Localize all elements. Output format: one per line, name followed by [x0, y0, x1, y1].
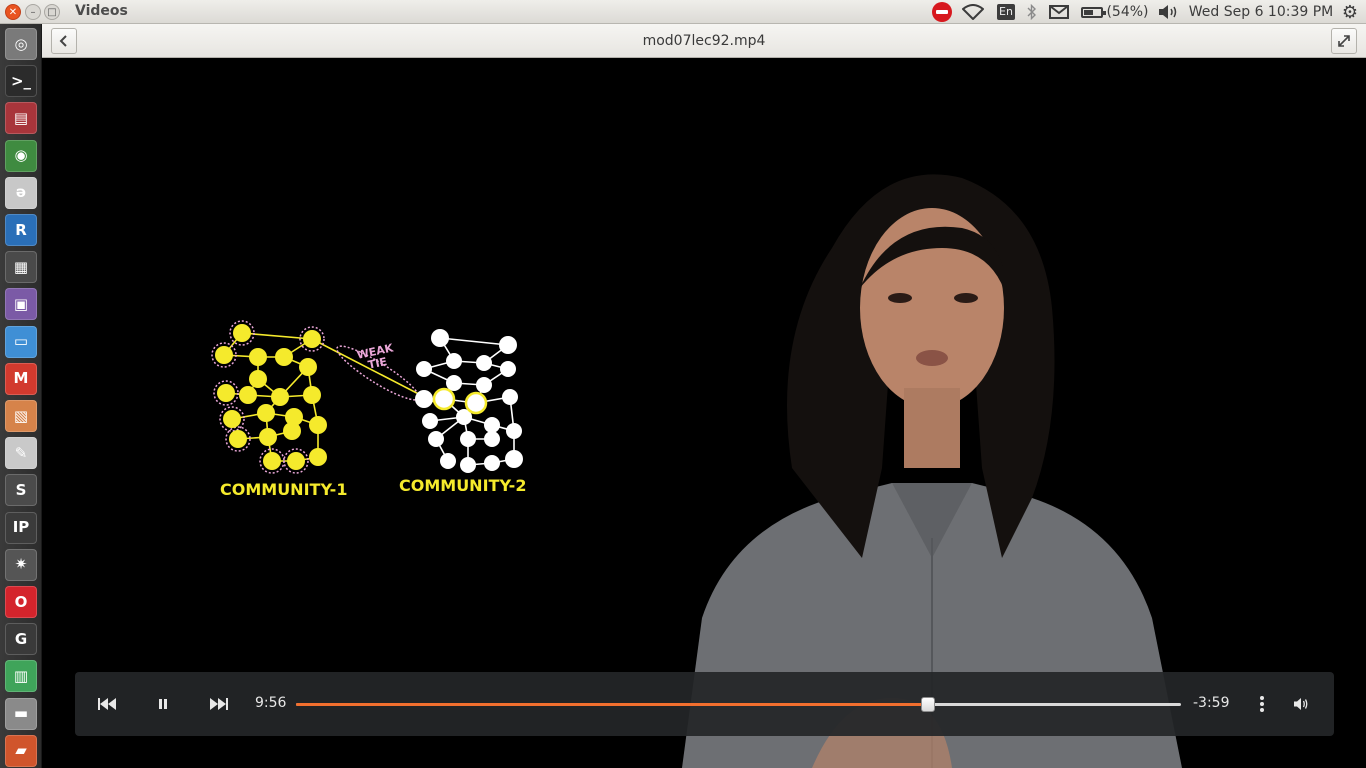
launcher-item-spreadsheet[interactable]: ▥	[5, 660, 37, 693]
back-button[interactable]	[51, 28, 77, 54]
gephi-icon: G	[14, 629, 28, 648]
fullscreen-icon	[1338, 35, 1350, 47]
gmail-icon: M	[13, 369, 29, 388]
mail-icon	[1049, 5, 1069, 19]
bluetooth-indicator[interactable]	[1022, 0, 1042, 24]
fullscreen-button[interactable]	[1331, 28, 1357, 54]
volume-button[interactable]	[1289, 692, 1313, 716]
video-frame[interactable]: COMMUNITY-1 COMMUNITY-2 WEAK TIE	[42, 58, 1366, 768]
community-2-label: COMMUNITY-2	[399, 476, 527, 495]
skip-back-icon	[98, 698, 116, 710]
launcher-item-file-cabinet[interactable]: ▤	[5, 102, 37, 135]
minimize-icon: –	[30, 7, 36, 18]
launcher-item-r-language[interactable]: R	[5, 214, 37, 246]
do-not-disturb-icon	[932, 2, 952, 22]
clock[interactable]: Wed Sep 6 10:39 PM	[1189, 0, 1333, 24]
volume-icon	[1159, 5, 1177, 19]
seek-handle[interactable]	[920, 697, 935, 712]
top-panel: ✕ – □ Videos En (54%) Wed Sep 6 10:39 PM…	[0, 0, 1366, 24]
next-button[interactable]	[207, 692, 231, 716]
pdf-reader-icon: ǝ	[15, 183, 27, 202]
previous-button[interactable]	[95, 692, 119, 716]
community-1-label: COMMUNITY-1	[220, 480, 348, 499]
wifi-icon	[962, 4, 984, 20]
elapsed-time: 9:56	[255, 695, 287, 711]
r-language-icon: R	[15, 220, 27, 239]
launcher: ◎>_▤◉ǝR▦▣▭M▧✎SIP✷OG▥▬▰▱	[0, 24, 42, 768]
text-editor-icon: ✎	[14, 443, 28, 462]
chevron-left-icon	[59, 35, 67, 47]
system-menu[interactable]: ⚙	[1338, 0, 1362, 24]
bluetooth-icon	[1027, 4, 1036, 20]
launcher-item-video-clapper[interactable]: ▦	[5, 251, 37, 284]
launcher-item-ipython[interactable]: IP	[5, 511, 37, 544]
file-cabinet-icon: ▤	[13, 108, 29, 127]
launcher-item-terminal[interactable]: >_	[5, 65, 37, 98]
window-close-button[interactable]: ✕	[5, 4, 21, 20]
seek-progress	[296, 703, 928, 706]
battery-icon	[1081, 6, 1107, 18]
launcher-item-pdf-reader[interactable]: ǝ	[5, 176, 37, 209]
community-2-graph	[415, 329, 523, 473]
volume-indicator[interactable]	[1156, 0, 1182, 24]
do-not-disturb-indicator[interactable]	[930, 0, 954, 24]
more-options-button[interactable]	[1250, 692, 1274, 716]
video-clapper-icon: ▦	[13, 257, 29, 276]
launcher-item-network-app[interactable]: ✷	[5, 548, 37, 581]
network-app-icon: ✷	[14, 555, 28, 574]
window-minimize-button[interactable]: –	[25, 4, 41, 20]
launcher-item-screen-recorder[interactable]: ▣	[5, 288, 37, 321]
system-gear-icon: ⚙	[1341, 1, 1359, 23]
dash-home-icon: ◎	[14, 34, 28, 53]
screen-recorder-icon: ▣	[13, 294, 29, 313]
launcher-item-dash-home[interactable]: ◎	[5, 28, 37, 60]
maximize-icon: □	[47, 7, 57, 18]
wifi-indicator[interactable]	[960, 0, 986, 24]
launcher-item-chrome[interactable]: ◉	[5, 139, 37, 172]
launcher-item-document[interactable]: ▭	[5, 325, 37, 358]
launcher-item-presentation[interactable]: ▧	[5, 400, 37, 432]
sublime-icon: S	[15, 480, 27, 499]
speaker-icon	[1294, 698, 1308, 710]
seek-slider[interactable]	[296, 697, 1181, 712]
keyboard-language-indicator[interactable]: En	[994, 0, 1018, 24]
skip-forward-icon	[210, 698, 228, 710]
drive-icon: ▬	[13, 704, 29, 723]
header-bar: mod07lec92.mp4	[42, 24, 1366, 58]
launcher-item-gmail[interactable]: M	[5, 362, 37, 395]
playback-controls: 9:56 -3:59	[75, 672, 1334, 736]
launcher-item-drive[interactable]: ▬	[5, 697, 37, 730]
vertical-dots-icon	[1260, 696, 1264, 712]
spreadsheet-icon: ▥	[13, 666, 29, 685]
mail-indicator[interactable]	[1046, 0, 1072, 24]
launcher-item-software-center[interactable]: ▰	[5, 734, 37, 767]
window-maximize-button[interactable]: □	[44, 4, 60, 20]
app-title: Videos	[75, 3, 128, 19]
presentation-icon: ▧	[13, 406, 29, 425]
chrome-icon: ◉	[14, 146, 28, 165]
software-center-icon: ▰	[15, 741, 27, 760]
ipython-icon: IP	[12, 518, 30, 537]
opera-icon: O	[14, 592, 28, 611]
remaining-time: -3:59	[1193, 695, 1230, 711]
video-title: mod07lec92.mp4	[642, 33, 766, 49]
battery-indicator[interactable]: (54%)	[1080, 0, 1150, 24]
document-icon: ▭	[13, 332, 29, 351]
pause-icon	[159, 699, 167, 709]
launcher-item-opera[interactable]: O	[5, 586, 37, 618]
community-1-graph	[211, 320, 441, 474]
launcher-item-text-editor[interactable]: ✎	[5, 437, 37, 470]
battery-percent: (54%)	[1106, 4, 1149, 20]
launcher-item-gephi[interactable]: G	[5, 623, 37, 656]
launcher-item-sublime[interactable]: S	[5, 474, 37, 507]
close-icon: ✕	[8, 7, 18, 18]
terminal-icon: >_	[10, 71, 32, 90]
pause-button[interactable]	[151, 692, 175, 716]
keyboard-language-icon: En	[997, 4, 1015, 20]
